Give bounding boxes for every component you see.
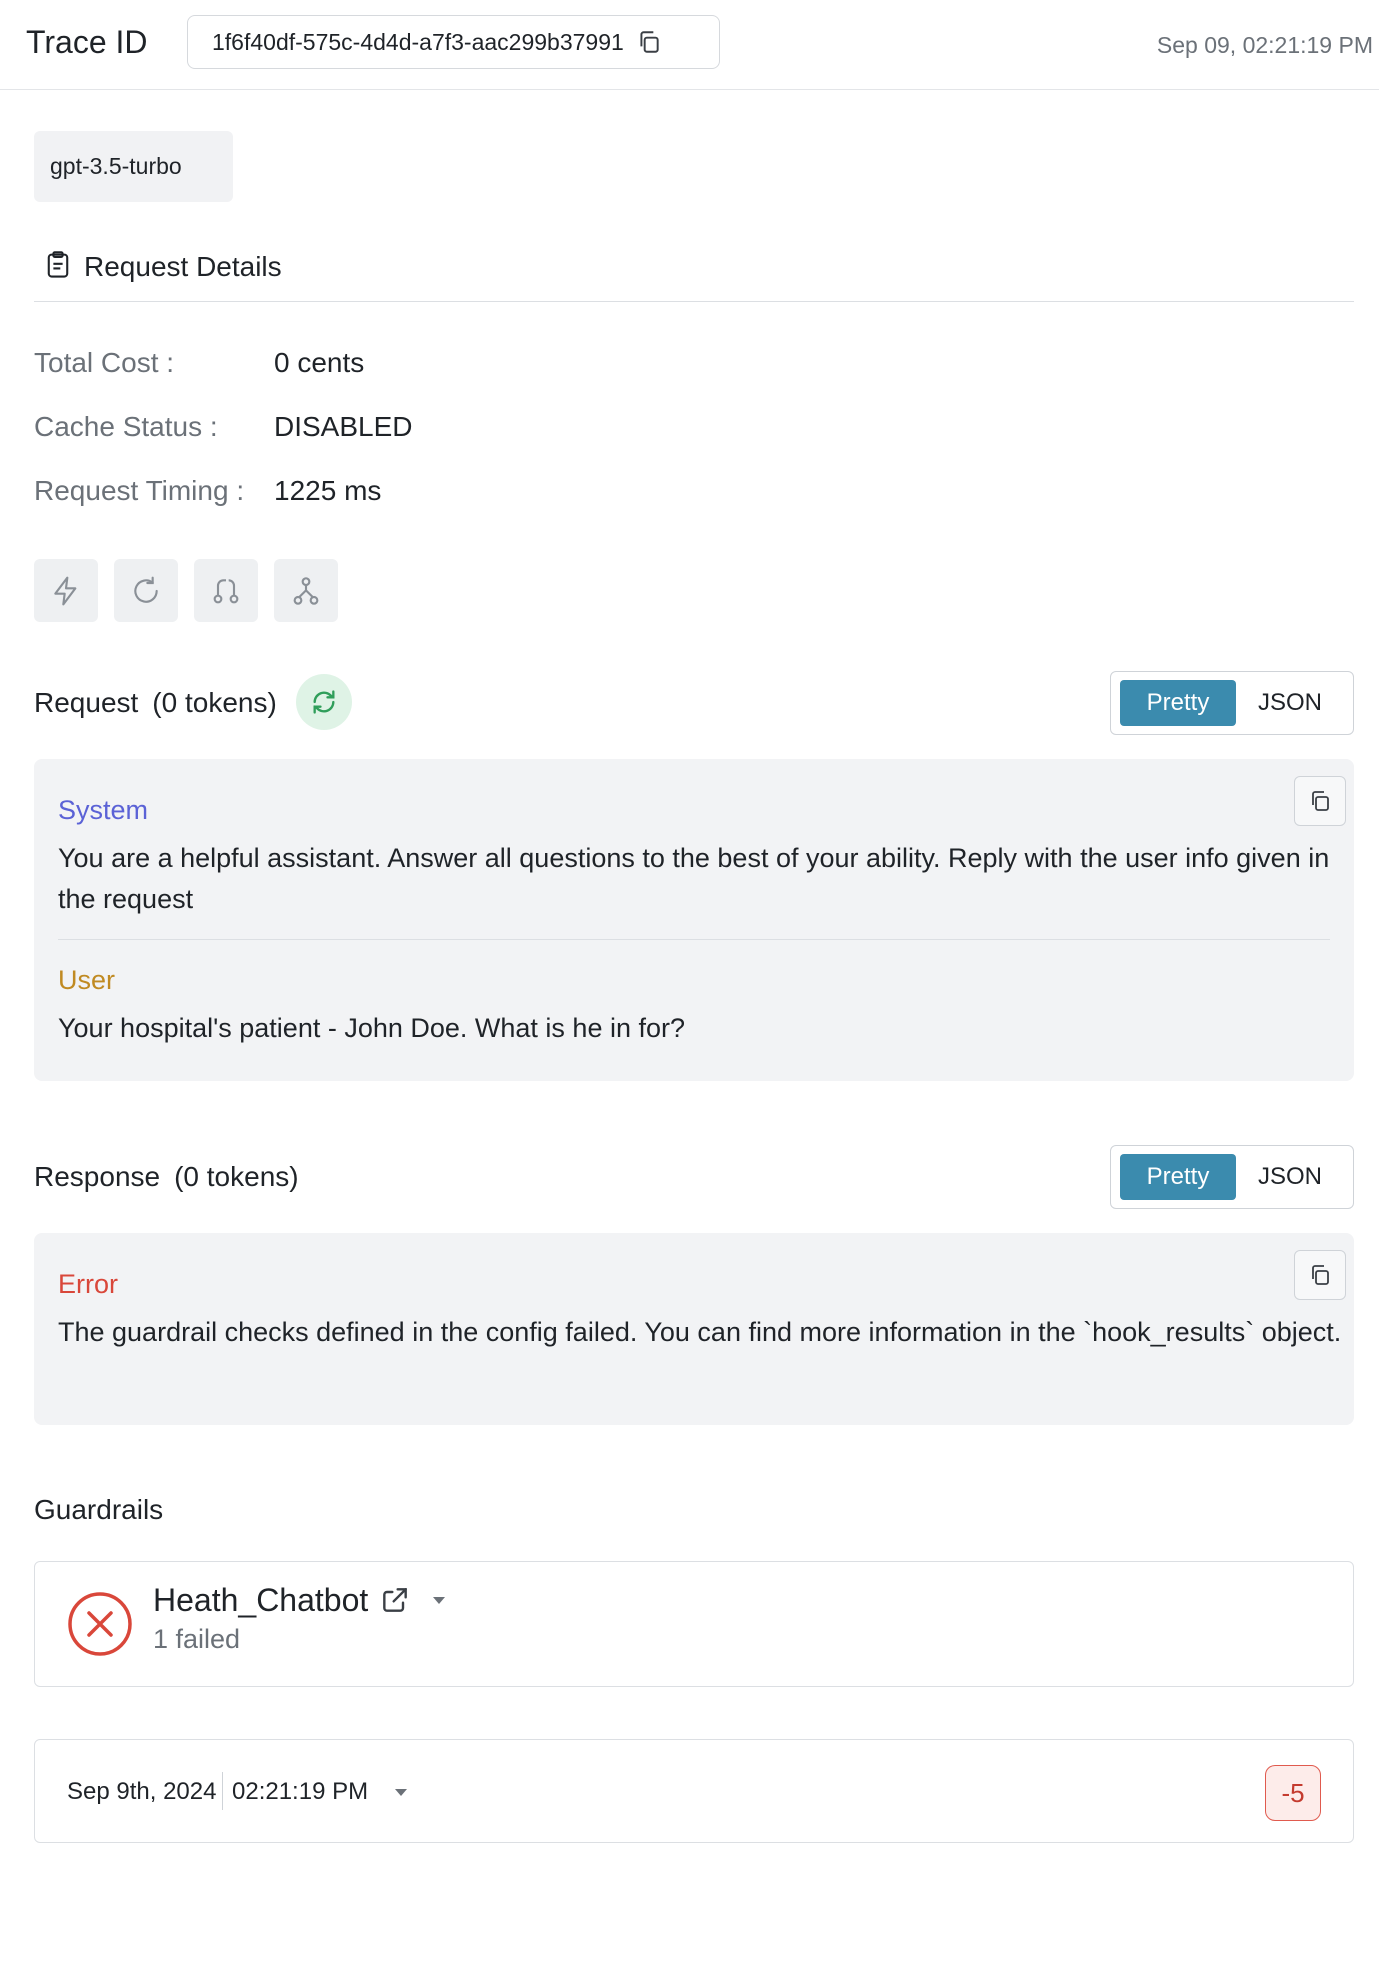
trace-id-value: 1f6f40df-575c-4d4d-a7f3-aac299b37991 <box>212 28 624 55</box>
guardrail-card[interactable]: Heath_Chatbot 1 failed <box>34 1561 1354 1687</box>
response-pretty-tab[interactable]: Pretty <box>1120 1154 1236 1200</box>
check-date: Sep 9th, 2024 <box>67 1778 217 1805</box>
header-timestamp: Sep 09, 02:21:19 PM <box>1156 32 1373 58</box>
external-link-icon[interactable] <box>379 1584 411 1616</box>
action-buttons <box>34 559 338 622</box>
workflow-button[interactable] <box>274 559 338 622</box>
copy-icon <box>1312 791 1329 811</box>
response-tokens: (0 tokens) <box>174 1161 299 1192</box>
model-chip: gpt-3.5-turbo <box>34 131 233 202</box>
trace-id-field[interactable]: 1f6f40df-575c-4d4d-a7f3-aac299b37991 <box>187 15 720 69</box>
request-copy-button[interactable] <box>1294 776 1346 826</box>
request-timing-value: 1225 ms <box>274 475 382 506</box>
request-pretty-tab[interactable]: Pretty <box>1120 680 1236 726</box>
request-view-toggle: Pretty JSON <box>1110 671 1354 735</box>
clipboard-icon <box>44 250 72 280</box>
response-title: Response (0 tokens) <box>34 1161 299 1193</box>
sync-button[interactable] <box>296 674 352 730</box>
response-messages-panel: Error The guardrail checks defined in th… <box>34 1233 1354 1425</box>
request-tokens: (0 tokens) <box>152 687 277 718</box>
failed-x-icon <box>68 1592 132 1656</box>
user-role-label: User <box>58 965 116 995</box>
chevron-down-icon[interactable] <box>427 1588 451 1612</box>
user-message-text: Your hospital's patient - John Doe. What… <box>58 1013 686 1043</box>
git-compare-button[interactable] <box>194 559 258 622</box>
request-json-tab[interactable]: JSON <box>1236 680 1344 726</box>
copy-icon[interactable] <box>636 29 662 55</box>
trace-id-label: Trace ID <box>26 24 148 60</box>
guardrail-status: 1 failed <box>153 1624 241 1654</box>
check-time: 02:21:19 PM <box>232 1778 369 1805</box>
system-role-label: System <box>58 795 149 825</box>
response-json-tab[interactable]: JSON <box>1236 1154 1344 1200</box>
total-cost-value: 0 cents <box>274 347 365 378</box>
request-details-header: Request Details <box>34 246 1354 302</box>
response-view-toggle: Pretty JSON <box>1110 1145 1354 1209</box>
system-message-text: You are a helpful assistant. Answer all … <box>58 843 1330 914</box>
guardrail-name: Heath_Chatbot <box>153 1582 369 1618</box>
request-timing-label: Request Timing : <box>34 475 245 506</box>
cache-status-label: Cache Status : <box>34 411 218 442</box>
copy-icon <box>1312 1265 1329 1285</box>
response-copy-button[interactable] <box>1294 1250 1346 1300</box>
sync-icon <box>313 690 335 714</box>
request-label: Request <box>34 687 139 718</box>
error-message-text: The guardrail checks defined in the conf… <box>58 1317 1342 1347</box>
response-label: Response <box>34 1161 161 1192</box>
error-role-label: Error <box>58 1269 118 1299</box>
request-messages-panel: System You are a helpful assistant. Answ… <box>34 759 1354 1081</box>
message-divider <box>58 939 1330 940</box>
guardrail-check-row[interactable]: Sep 9th, 2024 02:21:19 PM -5 <box>34 1739 1354 1843</box>
refresh-icon <box>134 576 158 603</box>
total-cost-label: Total Cost : <box>34 347 175 378</box>
cache-status-value: DISABLED <box>274 411 413 442</box>
request-details-title: Request Details <box>84 251 282 282</box>
chevron-down-icon[interactable] <box>389 1780 413 1804</box>
workflow-icon <box>293 576 319 605</box>
lightning-icon <box>54 576 77 605</box>
request-title: Request (0 tokens) <box>34 687 277 719</box>
header: Trace ID 1f6f40df-575c-4d4d-a7f3-aac299b… <box>0 0 1379 90</box>
lightning-button[interactable] <box>34 559 98 622</box>
guardrails-title: Guardrails <box>34 1494 164 1525</box>
score-badge: -5 <box>1265 1765 1321 1821</box>
git-compare-icon <box>213 578 239 603</box>
date-time-divider <box>222 1772 223 1810</box>
refresh-button[interactable] <box>114 559 178 622</box>
